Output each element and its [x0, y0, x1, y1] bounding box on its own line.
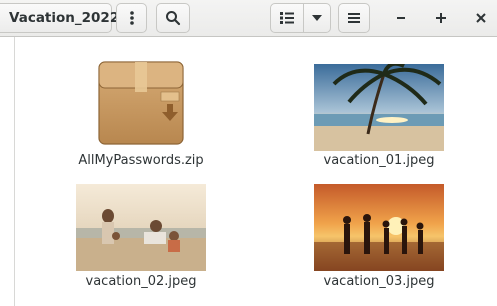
main-menu-button[interactable] [338, 3, 370, 33]
file-name: vacation_01.jpeg [323, 153, 435, 168]
view-options-dropdown-button[interactable] [303, 3, 331, 33]
image-thumbnail [314, 184, 444, 271]
maximize-button[interactable] [426, 3, 456, 33]
sidebar-edge [0, 37, 15, 306]
image-thumbnail [76, 184, 206, 271]
chevron-down-icon [312, 15, 322, 21]
search-button[interactable] [156, 3, 190, 33]
header-bar: Vacation_2022 [0, 0, 497, 37]
file-name: AllMyPasswords.zip [78, 153, 204, 168]
close-button[interactable] [466, 3, 496, 33]
path-bar-folder-button[interactable]: Vacation_2022 [0, 3, 119, 33]
folder-name: Vacation_2022 [9, 10, 120, 26]
hamburger-icon [348, 13, 360, 23]
file-name: vacation_03.jpeg [323, 274, 435, 289]
archive-icon [98, 61, 184, 145]
minimize-button[interactable] [386, 3, 416, 33]
minimize-icon [397, 17, 405, 19]
list-view-button[interactable] [270, 3, 304, 33]
search-icon [166, 11, 181, 26]
vertical-dots-icon [129, 11, 134, 25]
image-thumbnail [314, 64, 444, 151]
maximize-icon [436, 13, 446, 23]
list-view-icon [280, 12, 294, 24]
folder-menu-button[interactable] [116, 3, 147, 33]
file-name: vacation_02.jpeg [85, 274, 197, 289]
close-icon [476, 13, 486, 23]
